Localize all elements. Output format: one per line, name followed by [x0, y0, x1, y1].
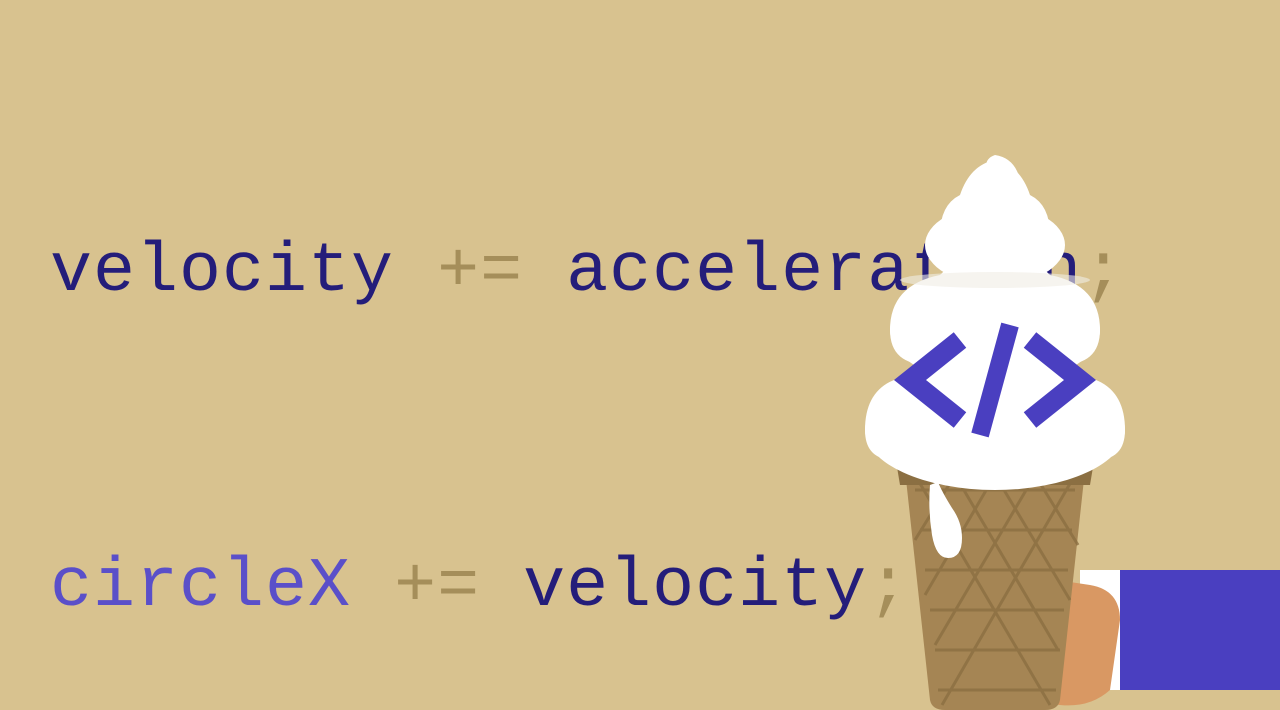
code-line-2: circleX += velocity; [50, 535, 1242, 640]
var-velocity: velocity [523, 548, 867, 627]
code-block: velocity += acceleration; circleX += vel… [50, 10, 1242, 710]
var-acceleration: acceleration [566, 233, 1082, 312]
semicolon: ; [1082, 233, 1125, 312]
op-plus-equals: += [394, 548, 480, 627]
semicolon: ; [867, 548, 910, 627]
var-velocity: velocity [50, 233, 394, 312]
code-line-1: velocity += acceleration; [50, 220, 1242, 325]
op-plus-equals: += [437, 233, 523, 312]
var-circlex: circleX [50, 548, 351, 627]
